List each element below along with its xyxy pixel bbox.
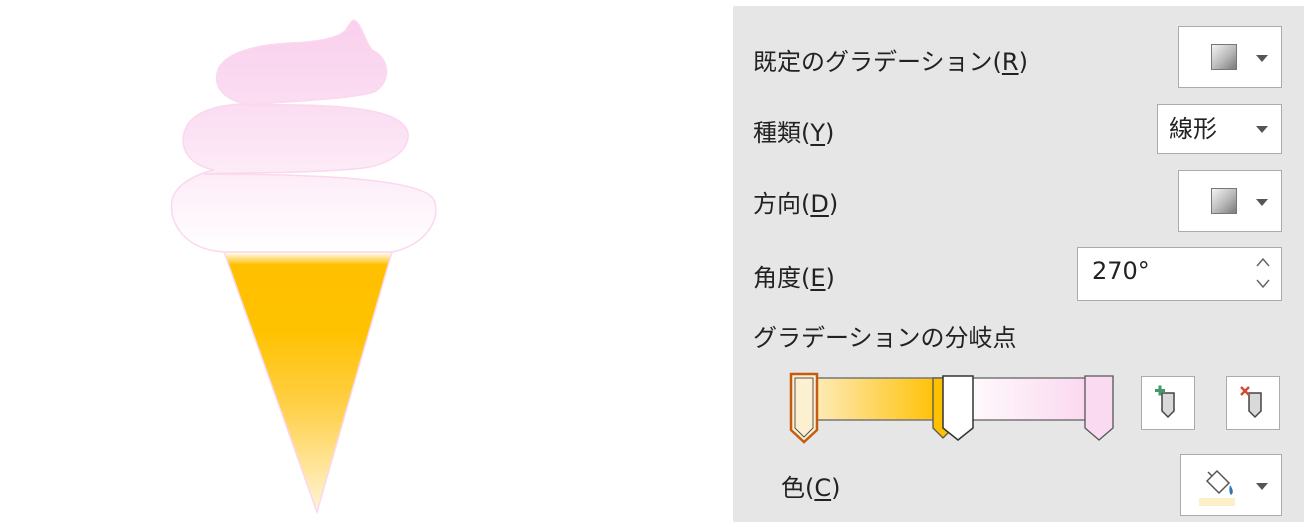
gradient-stops-label: グラデーションの分岐点 xyxy=(753,324,1017,352)
paint-bucket-icon xyxy=(1199,469,1235,506)
type-value: 線形 xyxy=(1169,115,1217,143)
angle-spinner[interactable]: 270° xyxy=(1077,247,1282,301)
chevron-down-icon xyxy=(1256,55,1268,62)
chevron-down-icon xyxy=(1256,483,1268,490)
remove-gradient-stop-button[interactable] xyxy=(1226,376,1280,430)
direction-label: 方向(D) xyxy=(753,190,839,218)
preset-gradient-button[interactable] xyxy=(1178,26,1282,88)
ice-cream-illustration[interactable] xyxy=(0,0,733,528)
remove-stop-icon xyxy=(1240,386,1262,419)
gradient-stop-1[interactable] xyxy=(789,372,819,444)
direction-button[interactable] xyxy=(1178,170,1282,232)
color-label: 色(C) xyxy=(781,474,841,502)
chevron-down-icon xyxy=(1256,126,1268,133)
angle-value: 270° xyxy=(1092,257,1150,285)
gradient-swatch-icon xyxy=(1211,44,1237,70)
spin-up-icon[interactable] xyxy=(1255,256,1271,268)
gradient-stop-3[interactable] xyxy=(942,375,974,441)
color-picker-button[interactable] xyxy=(1180,454,1282,516)
cream-shape xyxy=(170,19,437,253)
slide-canvas xyxy=(0,0,733,528)
spin-down-icon[interactable] xyxy=(1255,278,1271,290)
type-label: 種類(Y) xyxy=(753,119,835,147)
angle-label: 角度(E) xyxy=(753,264,835,292)
type-dropdown[interactable]: 線形 xyxy=(1157,104,1282,154)
gradient-stops-slider[interactable] xyxy=(779,362,1119,446)
add-gradient-stop-button[interactable] xyxy=(1141,376,1195,430)
gradient-stop-4[interactable] xyxy=(1084,375,1114,441)
chevron-down-icon xyxy=(1256,199,1268,206)
gradient-format-panel: 既定のグラデーション(R) 種類(Y) 線形 方向(D) 角度(E) 270° … xyxy=(733,6,1304,522)
preset-gradient-label: 既定のグラデーション(R) xyxy=(753,48,1028,76)
gradient-swatch-icon xyxy=(1211,188,1237,214)
cone-shape xyxy=(222,251,393,515)
add-stop-icon xyxy=(1155,385,1175,419)
